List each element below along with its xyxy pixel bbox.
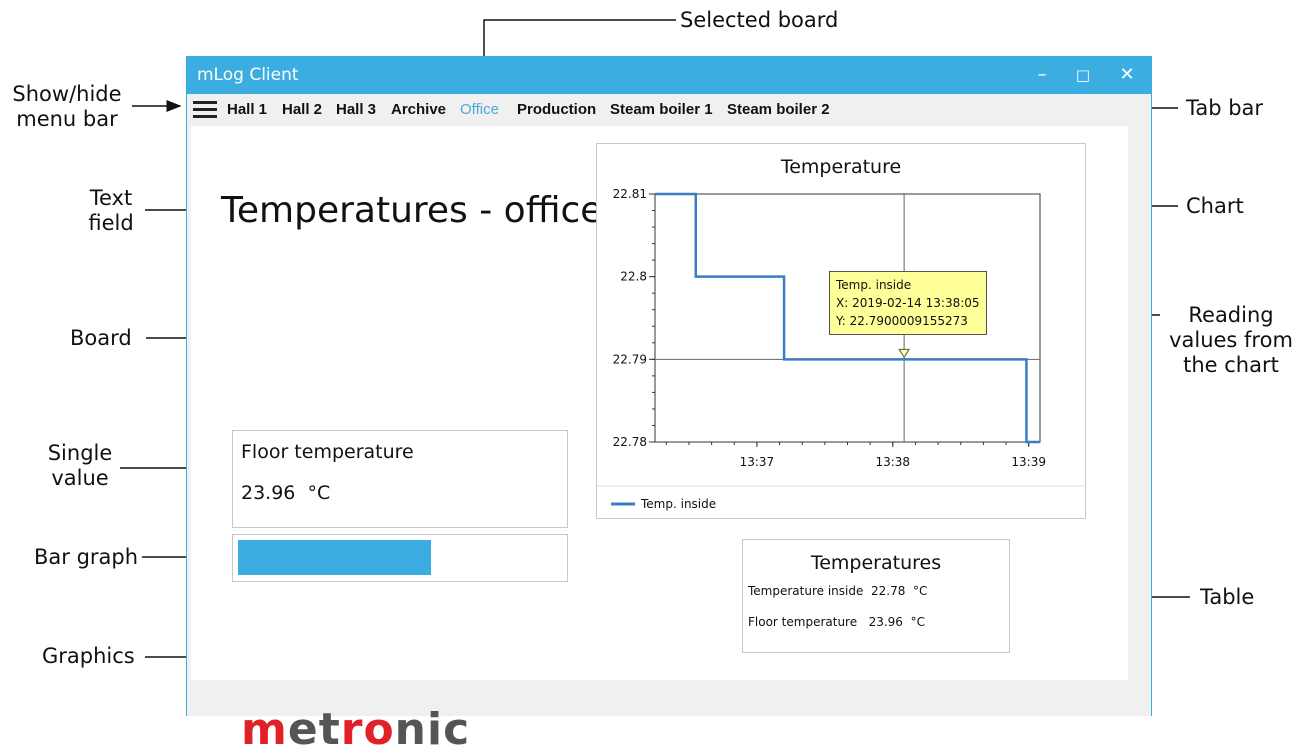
callout-table: Table xyxy=(1200,585,1255,609)
callout-line: the chart xyxy=(1183,353,1279,377)
callout-line: Reading xyxy=(1188,303,1274,327)
single-value-panel: Floor temperature 23.96 °C xyxy=(232,430,568,528)
tab-archive[interactable]: Archive xyxy=(391,101,446,118)
tab-hall-2[interactable]: Hall 2 xyxy=(282,101,322,118)
x-tick-label: 13:38 xyxy=(875,455,910,469)
tab-office[interactable]: Office xyxy=(460,101,499,118)
single-value-unit: °C xyxy=(307,482,331,504)
y-tick-label: 22.8 xyxy=(620,270,647,284)
close-button[interactable]: ✕ xyxy=(1114,62,1140,88)
hamburger-menu-icon[interactable] xyxy=(193,101,217,119)
app-window: mLog Client – □ ✕ Hall 1 Hall 2 Hall 3 A… xyxy=(186,56,1152,755)
y-tick-label: 22.81 xyxy=(613,187,647,201)
y-tick-label: 22.79 xyxy=(613,352,647,366)
table-cell-value: 22.78 xyxy=(871,584,906,598)
x-tick-label: 13:39 xyxy=(1011,455,1046,469)
minimize-button[interactable]: – xyxy=(1029,62,1055,88)
table-row: Floor temperature 23.96 °C xyxy=(748,615,925,629)
tab-hall-3[interactable]: Hall 3 xyxy=(336,101,376,118)
text-field: Temperatures - office xyxy=(221,190,603,231)
table-cell-label: Floor temperature xyxy=(748,615,858,629)
single-value-number: 23.96 xyxy=(241,482,296,504)
table-cell-value: 23.96 xyxy=(868,615,903,629)
callout-line: field xyxy=(88,211,134,235)
callout-bar-graph: Bar graph xyxy=(34,545,139,569)
single-value-label: Floor temperature xyxy=(241,441,414,463)
tooltip-y: Y: 22.7900009155273 xyxy=(836,314,968,328)
table-cell-label: Temperature inside xyxy=(748,584,864,598)
callout-line: menu bar xyxy=(16,107,118,131)
single-value-reading: 23.96 °C xyxy=(241,482,330,504)
tooltip-series: Temp. inside xyxy=(836,278,912,292)
maximize-button[interactable]: □ xyxy=(1070,62,1096,88)
tooltip-x: X: 2019-02-14 13:38:05 xyxy=(836,296,980,310)
callout-line: values from xyxy=(1169,328,1293,352)
tab-production[interactable]: Production xyxy=(517,101,596,118)
table-panel: Temperatures Temperature inside 22.78 °C… xyxy=(742,539,1010,653)
callout-reading-values: Reading values from the chart xyxy=(1162,303,1300,378)
table-cell-unit: °C xyxy=(910,615,925,629)
callout-line: value xyxy=(51,466,109,490)
table-row: Temperature inside 22.78 °C xyxy=(748,584,927,598)
table-title: Temperatures xyxy=(810,552,942,574)
window-title: mLog Client xyxy=(197,65,299,85)
callout-show-hide-menu: Show/hide menu bar xyxy=(4,82,130,132)
tooltip-pointer xyxy=(898,348,911,359)
table-cell-unit: °C xyxy=(913,584,928,598)
callout-selected-board: Selected board xyxy=(680,8,839,32)
callout-board: Board xyxy=(70,326,132,350)
callout-line: Show/hide xyxy=(12,82,122,106)
callout-single-value: Single value xyxy=(42,441,118,491)
callout-chart: Chart xyxy=(1186,194,1244,218)
chart-tooltip: Temp. inside X: 2019-02-14 13:38:05 Y: 2… xyxy=(829,271,987,335)
chart-panel: Temperature 22.78 22.79 22.8 22.81 13:37 13:3… xyxy=(596,143,1086,519)
callout-line: Text xyxy=(89,186,133,210)
tab-bar: Hall 1 Hall 2 Hall 3 Archive Office Prod… xyxy=(187,94,1151,126)
tab-hall-1[interactable]: Hall 1 xyxy=(227,101,267,118)
bar-graph-fill xyxy=(238,540,431,575)
y-tick-label: 22.78 xyxy=(613,435,647,449)
x-tick-label: 13:37 xyxy=(740,455,775,469)
metronic-logo: metronic xyxy=(241,704,471,755)
callout-graphics: Graphics xyxy=(42,644,135,668)
callout-text-field: Text field xyxy=(78,186,144,236)
callout-line: Single xyxy=(47,441,113,465)
title-bar[interactable]: mLog Client – □ ✕ xyxy=(187,56,1151,94)
bar-graph-panel xyxy=(232,534,568,582)
board: Temperatures - office Floor temperature … xyxy=(191,126,1128,755)
tab-steam-boiler-2[interactable]: Steam boiler 2 xyxy=(727,101,830,118)
callout-tab-bar: Tab bar xyxy=(1186,96,1264,120)
tab-steam-boiler-1[interactable]: Steam boiler 1 xyxy=(610,101,713,118)
legend-label: Temp. inside xyxy=(640,497,716,511)
